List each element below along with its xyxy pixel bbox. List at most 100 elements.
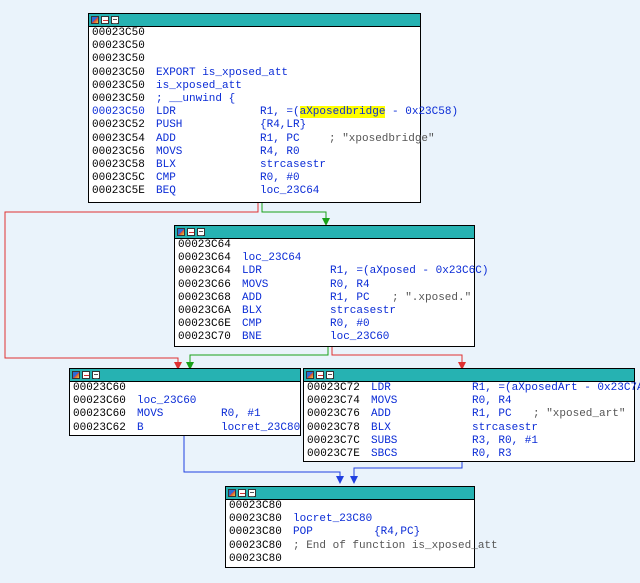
address: 00023C7C (307, 434, 360, 447)
address: 00023C74 (307, 395, 360, 408)
code-line[interactable]: 00023C64 loc_23C64 (175, 252, 474, 265)
operand: strcasestr (260, 158, 327, 171)
mnemonic: PUSH (156, 119, 183, 132)
node-graph-icon[interactable] (316, 371, 324, 379)
address: 00023C50 (92, 92, 145, 105)
node-text-icon[interactable] (248, 489, 256, 497)
operand: R0, R4 (472, 395, 512, 408)
node-color-icon[interactable] (91, 16, 99, 24)
code-line[interactable]: 00023C50 (89, 27, 420, 40)
node-text-icon[interactable] (197, 228, 205, 236)
code-line[interactable]: 00023C50 (89, 40, 420, 53)
code-line[interactable]: 00023C50 ; __unwind { (89, 93, 420, 106)
node-color-icon[interactable] (306, 371, 314, 379)
code-line[interactable]: 00023C7C SUBS R3, R0, #1 (304, 435, 634, 448)
node-titlebar[interactable] (175, 226, 474, 239)
mnemonic: BNE (242, 331, 262, 344)
address: 00023C80 (229, 513, 282, 526)
location-label: locret_23C80 (293, 513, 373, 526)
code-line[interactable]: 00023C64 LDR R1, =(aXposed - 0x23C6C) (175, 265, 488, 278)
code-line[interactable]: 00023C76 ADD R1, PC ; "xposed_art" (304, 408, 634, 421)
operand: R0, #0 (330, 318, 370, 331)
code-line[interactable]: 00023C70 BNE loc_23C60 (175, 331, 474, 344)
operand: {R4,PC} (374, 526, 421, 539)
code-line[interactable]: 00023C50 LDR R1, =(aXposedbridge - 0x23C58… (89, 106, 458, 119)
address: 00023C52 (92, 119, 145, 132)
address: 00023C80 (229, 526, 282, 539)
code-line[interactable]: 00023C80 ; End of function is_xposed_att (226, 539, 498, 553)
graph-node-loc-23c72[interactable]: 00023C72 LDR R1, =(aXposedArt - 0x23C7A) 0… (303, 368, 640, 462)
code-line[interactable]: 00023C68 ADD R1, PC ; ".xposed." (175, 292, 474, 305)
code-line[interactable]: 00023C66 MOVS R0, R4 (175, 279, 474, 292)
code-line[interactable]: 00023C6E CMP R0, #0 (175, 318, 474, 331)
code-line[interactable]: 00023C78 BLX strcasestr (304, 422, 634, 435)
code-line[interactable]: 00023C62 Blocret_23C80 (70, 422, 300, 435)
graph-node-loc-23c60[interactable]: 00023C60 00023C60 loc_23C60 00023C60 MOVS R… (69, 368, 301, 436)
operand: R1, =(aXposed - 0x23C6C) (330, 265, 489, 278)
node-color-icon[interactable] (72, 371, 80, 379)
node-color-icon[interactable] (177, 228, 185, 236)
address: 00023C64 (178, 265, 231, 278)
address: 00023C50 (92, 79, 145, 92)
address: 00023C68 (178, 291, 231, 304)
code-line[interactable]: 00023C50 EXPORT is_xposed_att (89, 67, 420, 80)
mnemonic: LDR (242, 265, 262, 278)
graph-node-locret-23c80[interactable]: 00023C80 00023C80 locret_23C80 00023C80 PO… (225, 486, 498, 568)
code-line[interactable]: 00023C80 POP {R4,PC} (226, 526, 474, 539)
code-line[interactable]: 00023C56 MOVS R4, R0 (89, 146, 420, 159)
node-titlebar[interactable] (89, 14, 420, 27)
mnemonic: BLX (371, 421, 391, 434)
code-line[interactable]: 00023C5C CMP R0, #0 (89, 172, 420, 185)
node-graph-icon[interactable] (238, 489, 246, 497)
code-line[interactable]: 00023C7E SBCS R0, R3 (304, 448, 634, 461)
operand: loc_23C64 (260, 185, 320, 198)
code-line[interactable]: 00023C80 (226, 500, 474, 513)
address: 00023C50 (92, 66, 145, 79)
operand: R3, R0, #1 (472, 434, 539, 447)
mnemonic: SBCS (371, 447, 398, 460)
node-graph-icon[interactable] (101, 16, 109, 24)
mnemonic: MOVS (371, 395, 398, 408)
node-text-icon[interactable] (326, 371, 334, 379)
code-line[interactable]: 00023C50 is_xposed_att (89, 80, 420, 93)
code-line[interactable]: 00023C58 BLX strcasestr (89, 159, 420, 172)
code-line[interactable]: 00023C80 locret_23C80 (226, 513, 474, 526)
code-line[interactable]: 00023C80 (226, 553, 474, 566)
mnemonic: MOVS (156, 145, 183, 158)
location-label: loc_23C60 (137, 395, 197, 408)
address: 00023C80 (229, 539, 282, 552)
address: 00023C64 (178, 252, 231, 265)
address: 00023C64 (178, 239, 231, 251)
code-line[interactable]: 00023C5E BEQ loc_23C64 (89, 185, 420, 198)
node-titlebar[interactable] (226, 487, 474, 500)
operand: locret_23C80 (221, 421, 301, 434)
code-line[interactable]: 00023C6A BLX strcasestr (175, 305, 474, 318)
node-graph-icon[interactable] (187, 228, 195, 236)
node-color-icon[interactable] (228, 489, 236, 497)
graph-node-loc-23c64[interactable]: 00023C64 00023C64 loc_23C64 00023C64 LDR R1… (174, 225, 488, 347)
code-line[interactable]: 00023C64 (175, 239, 474, 252)
mnemonic: LDR (371, 382, 391, 394)
code-line[interactable]: 00023C54 ADD R1, PC ; "xposedbridge" (89, 133, 435, 146)
code-line[interactable]: 00023C60 loc_23C60 (70, 395, 300, 408)
operand: R1, PC (330, 291, 370, 304)
code-line[interactable]: 00023C72 LDR R1, =(aXposedArt - 0x23C7A) (304, 382, 640, 395)
address: 00023C50 (92, 106, 145, 119)
address: 00023C58 (92, 158, 145, 171)
mnemonic: BEQ (156, 185, 176, 198)
code-line[interactable]: 00023C60 MOVS R0, #1 (70, 408, 300, 421)
code-line[interactable]: 00023C60 (70, 382, 300, 395)
address: 00023C6E (178, 318, 231, 331)
address: 00023C70 (178, 331, 231, 344)
node-text-icon[interactable] (92, 371, 100, 379)
node-titlebar[interactable] (304, 369, 634, 382)
code-line[interactable]: 00023C74 MOVS R0, R4 (304, 395, 634, 408)
node-graph-icon[interactable] (82, 371, 90, 379)
graph-node-is-xposed-att-entry[interactable]: 00023C50 00023C50 00023C50 00023C50 EXPOR… (88, 13, 458, 203)
node-titlebar[interactable] (70, 369, 300, 382)
node-text-icon[interactable] (111, 16, 119, 24)
address: 00023C62 (73, 421, 126, 434)
address: 00023C66 (178, 278, 231, 291)
code-line[interactable]: 00023C50 (89, 53, 420, 66)
code-line[interactable]: 00023C52 PUSH {R4,LR} (89, 119, 420, 132)
